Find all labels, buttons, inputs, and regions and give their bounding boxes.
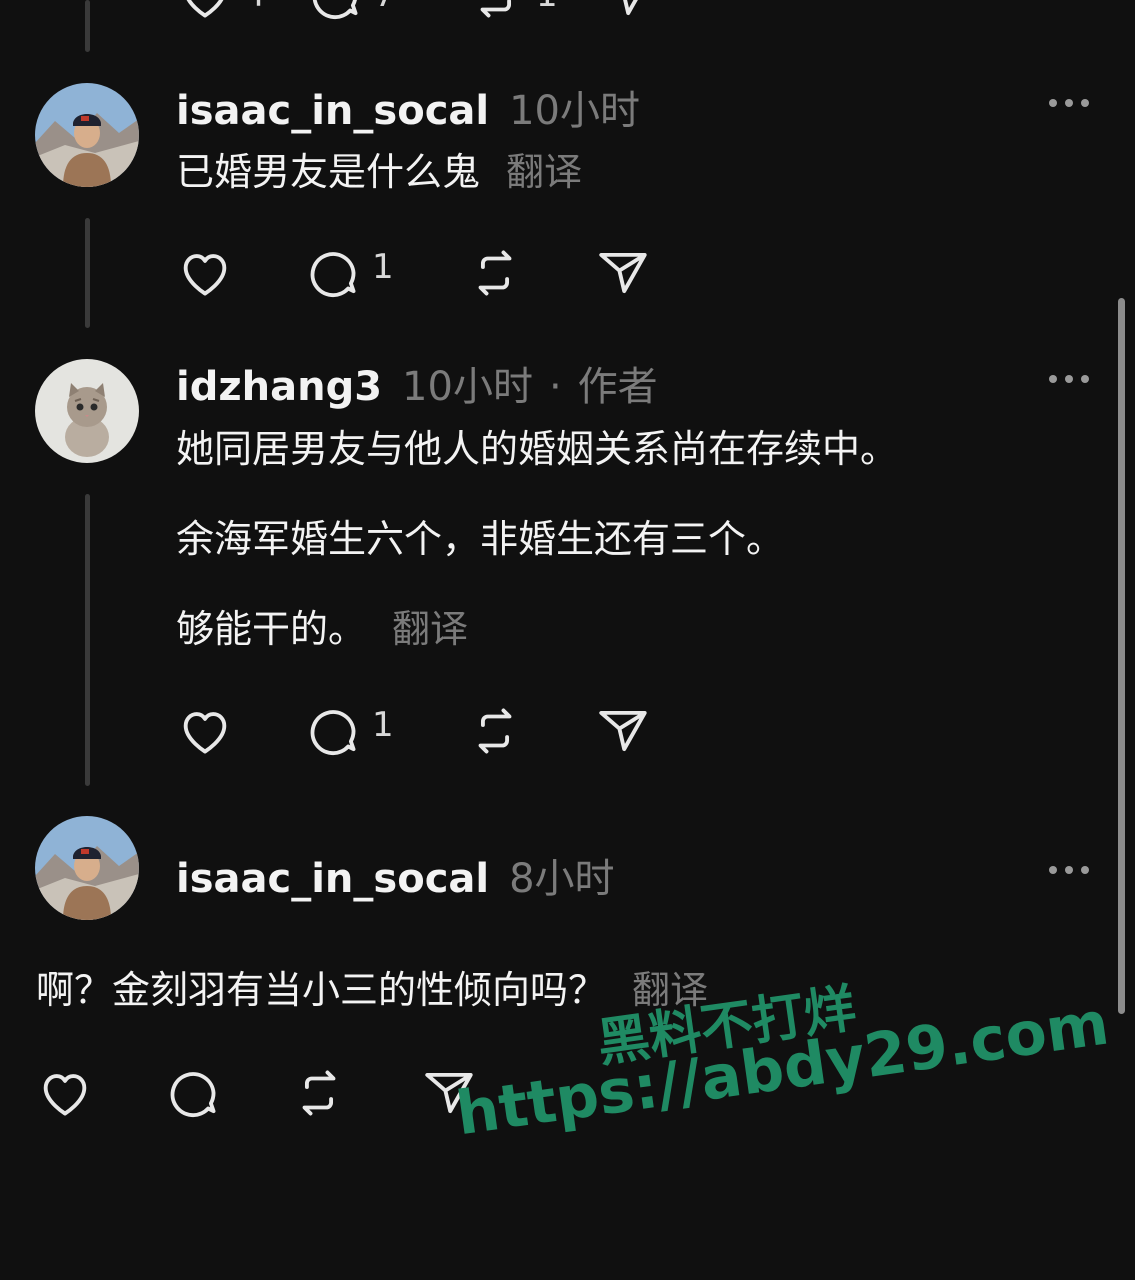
more-icon [1049, 99, 1057, 107]
avatar[interactable] [35, 816, 139, 920]
like-button[interactable] [176, 244, 234, 302]
username[interactable]: idzhang3 [176, 364, 382, 410]
avatar-photo-kitten [35, 359, 139, 463]
comment-text-line: 她同居男友与他人的婚姻关系尚在存续中。 [176, 427, 899, 471]
comment-icon [312, 0, 358, 20]
translate-link[interactable]: 翻译 [506, 150, 582, 194]
thread-line [85, 494, 90, 786]
more-button[interactable] [1049, 864, 1089, 876]
reply-button[interactable]: 1 [304, 244, 394, 302]
comment-actions: 1 [176, 702, 776, 762]
like-count: 4 [244, 0, 266, 15]
timestamp: 10小时 [402, 364, 533, 410]
repost-icon [478, 250, 512, 296]
like-button[interactable]: 4 [176, 0, 266, 24]
like-button[interactable] [36, 1064, 94, 1122]
repost-button[interactable] [466, 702, 524, 760]
more-button[interactable] [1049, 97, 1089, 109]
comment-icon [310, 252, 356, 298]
send-icon [599, 710, 647, 752]
scrollbar[interactable] [1118, 298, 1125, 1014]
avatar[interactable] [35, 83, 139, 187]
more-icon [1049, 866, 1057, 874]
heart-icon [183, 254, 227, 296]
avatar-photo-man [35, 83, 139, 187]
share-button[interactable] [594, 702, 652, 760]
timestamp: 8小时 [509, 856, 615, 902]
more-button[interactable] [1049, 373, 1089, 385]
repost-button[interactable] [466, 244, 524, 302]
top-actions: 4 7 1 [176, 0, 776, 26]
share-button[interactable] [594, 244, 652, 302]
send-icon [599, 252, 647, 294]
repost-icon [480, 0, 512, 18]
reply-count: 1 [372, 705, 394, 745]
send-icon [623, 0, 638, 16]
reply-count: 7 [374, 0, 396, 15]
separator-dot: · [548, 364, 562, 410]
username[interactable]: isaac_in_socal [176, 856, 489, 902]
translate-link[interactable]: 翻译 [392, 607, 468, 651]
timestamp: 10小时 [509, 88, 641, 134]
repost-icon [302, 1070, 336, 1116]
like-button[interactable] [176, 702, 234, 760]
heart-icon [183, 712, 227, 754]
thread-line [85, 218, 90, 328]
more-icon [1049, 375, 1057, 383]
comment-icon [170, 1072, 216, 1118]
repost-icon [478, 708, 512, 754]
heart-icon [186, 0, 224, 18]
reply-button[interactable] [164, 1064, 222, 1122]
comment-text-line: 够能干的。 翻译 [176, 607, 469, 651]
repost-count: 1 [536, 0, 558, 15]
avatar[interactable] [35, 359, 139, 463]
thread-line-top [85, 0, 90, 52]
comment-text-line: 余海军婚生六个，非婚生还有三个。 [176, 517, 785, 561]
username[interactable]: isaac_in_socal [176, 88, 489, 134]
comment-text: 已婚男友是什么鬼 翻译 [176, 150, 583, 194]
comment-actions: 1 [176, 244, 776, 304]
author-badge: 作者 [577, 364, 658, 410]
share-button[interactable] [598, 0, 656, 24]
repost-button[interactable] [290, 1064, 348, 1122]
repost-button[interactable]: 1 [468, 0, 558, 24]
comment-icon [310, 710, 356, 756]
heart-icon [43, 1074, 87, 1116]
reply-button[interactable]: 7 [306, 0, 396, 24]
comment-header: isaac_in_socal 10小时 [176, 78, 640, 136]
avatar-photo-man [35, 816, 139, 920]
comment-header: isaac_in_socal 8小时 [176, 846, 615, 904]
reply-count: 1 [372, 247, 394, 287]
comment-header: idzhang3 10小时 · 作者 [176, 354, 658, 412]
reply-button[interactable]: 1 [304, 702, 394, 760]
